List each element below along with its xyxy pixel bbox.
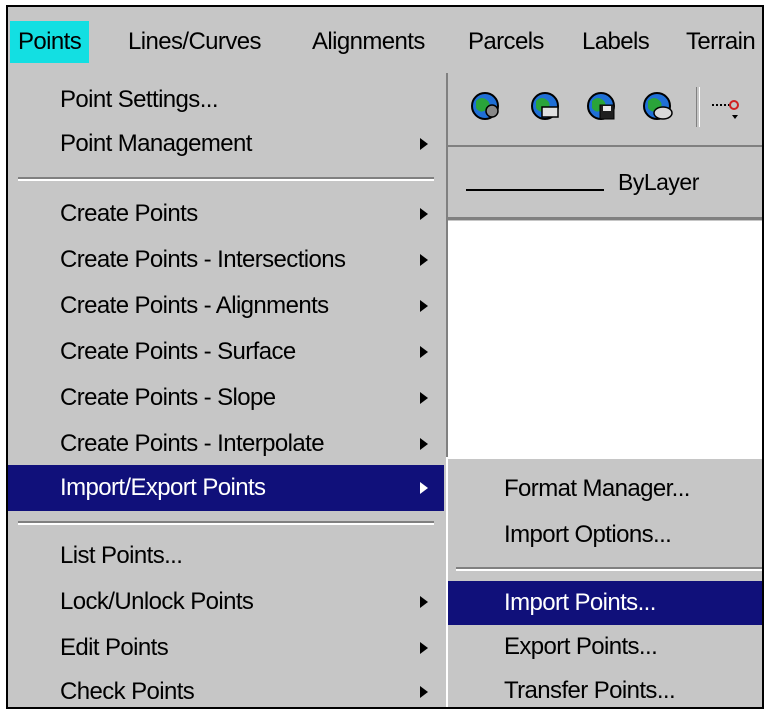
submenu-item-transfer-points[interactable]: Transfer Points... bbox=[448, 669, 762, 707]
menu-item-create-points-surface[interactable]: Create Points - Surface bbox=[8, 329, 444, 375]
submenu-arrow-icon bbox=[420, 596, 428, 608]
submenu-arrow-icon bbox=[420, 482, 428, 494]
menu-bar: Points Lines/Curves Alignments Parcels L… bbox=[8, 7, 762, 74]
globe-save-icon[interactable] bbox=[584, 89, 618, 123]
menu-item-point-settings[interactable]: Point Settings... bbox=[8, 77, 444, 123]
globe-gear-icon[interactable] bbox=[468, 89, 502, 123]
menu-item-import-export-points[interactable]: Import/Export Points bbox=[8, 465, 444, 511]
menu-item-check-points[interactable]: Check Points bbox=[8, 669, 444, 707]
menu-points[interactable]: Points bbox=[10, 21, 90, 63]
submenu-arrow-icon bbox=[420, 138, 428, 150]
submenu-item-format-manager[interactable]: Format Manager... bbox=[448, 467, 762, 511]
toolbar-separator bbox=[696, 87, 700, 127]
linetype-label: ByLayer bbox=[618, 169, 699, 195]
submenu-arrow-icon bbox=[420, 254, 428, 266]
menu-item-create-points-slope[interactable]: Create Points - Slope bbox=[8, 375, 444, 421]
menu-item-lock-unlock-points[interactable]: Lock/Unlock Points bbox=[8, 579, 444, 625]
globe-print-icon[interactable] bbox=[528, 89, 562, 123]
menu-item-create-points-interpolate[interactable]: Create Points - Interpolate bbox=[8, 421, 444, 467]
linetype-sample bbox=[466, 189, 604, 191]
application-window: Points Lines/Curves Alignments Parcels L… bbox=[6, 5, 764, 709]
submenu-item-import-options[interactable]: Import Options... bbox=[448, 513, 762, 557]
menu-item-point-management[interactable]: Point Management bbox=[8, 121, 444, 167]
menu-separator bbox=[18, 521, 434, 525]
import-export-submenu: Format Manager... Import Options... Impo… bbox=[446, 457, 762, 707]
menu-alignments[interactable]: Alignments bbox=[304, 21, 433, 63]
menu-item-create-points[interactable]: Create Points bbox=[8, 191, 444, 237]
menu-item-list-points[interactable]: List Points... bbox=[8, 533, 444, 579]
submenu-arrow-icon bbox=[420, 392, 428, 404]
menu-item-create-points-alignments[interactable]: Create Points - Alignments bbox=[8, 283, 444, 329]
submenu-arrow-icon bbox=[420, 208, 428, 220]
submenu-separator bbox=[456, 567, 762, 571]
submenu-arrow-icon bbox=[420, 300, 428, 312]
toolbar-divider bbox=[448, 145, 762, 147]
submenu-arrow-icon bbox=[420, 438, 428, 450]
submenu-item-import-points[interactable]: Import Points... bbox=[448, 581, 762, 625]
menu-labels[interactable]: Labels bbox=[574, 21, 657, 63]
menu-parcels[interactable]: Parcels bbox=[460, 21, 552, 63]
submenu-arrow-icon bbox=[420, 346, 428, 358]
submenu-item-export-points[interactable]: Export Points... bbox=[448, 625, 762, 669]
point-line-icon[interactable] bbox=[710, 89, 744, 123]
menu-separator bbox=[18, 177, 434, 181]
toolbar-divider-lower bbox=[448, 217, 762, 220]
toolbar bbox=[448, 73, 762, 163]
submenu-arrow-icon bbox=[420, 686, 428, 698]
submenu-arrow-icon bbox=[420, 642, 428, 654]
points-menu: Point Settings... Point Management Creat… bbox=[8, 73, 448, 707]
linetype-dropdown[interactable]: ByLayer bbox=[448, 155, 762, 223]
menu-lines-curves[interactable]: Lines/Curves bbox=[120, 21, 269, 63]
menu-terrain[interactable]: Terrain bbox=[678, 21, 762, 63]
globe-mail-icon[interactable] bbox=[640, 89, 674, 123]
menu-item-create-points-intersections[interactable]: Create Points - Intersections bbox=[8, 237, 444, 283]
menu-item-edit-points[interactable]: Edit Points bbox=[8, 625, 444, 671]
